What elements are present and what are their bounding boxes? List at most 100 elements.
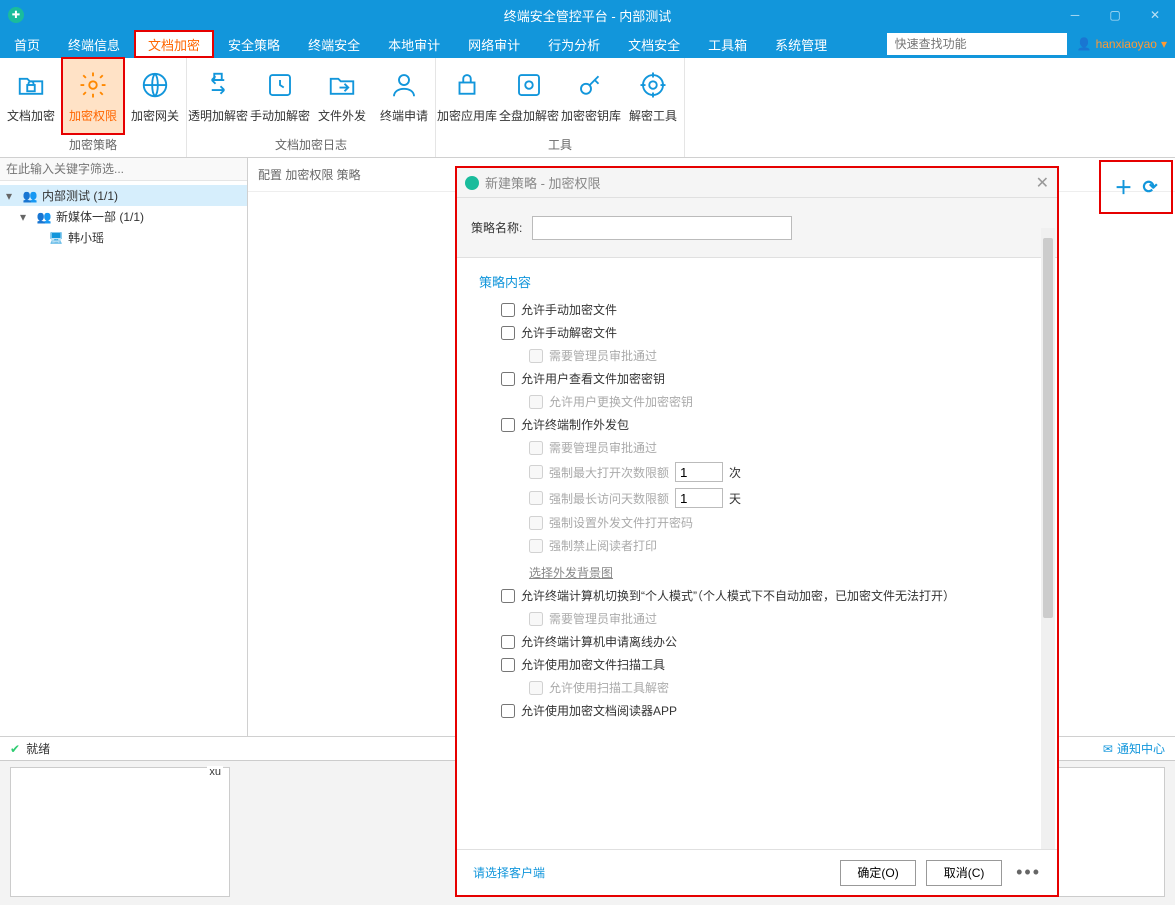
opt-scan-decrypt[interactable]: 允许使用扫描工具解密: [529, 679, 1035, 696]
opt-personal-approve[interactable]: 需要管理员审批通过: [529, 610, 1035, 627]
checkbox[interactable]: [529, 349, 543, 363]
ok-button[interactable]: 确定(O): [840, 860, 916, 886]
minimize-button[interactable]: ─: [1055, 0, 1095, 30]
opt-pkg-password[interactable]: 强制设置外发文件打开密码: [529, 514, 1035, 531]
checkbox[interactable]: [529, 441, 543, 455]
org-tree: ▾ 👥 内部测试 (1/1) ▾ 👥 新媒体一部 (1/1) 🖥 韩小瑶: [0, 181, 247, 736]
dialog-scrollbar[interactable]: [1041, 228, 1055, 849]
max-opens-input[interactable]: [675, 462, 723, 482]
ribbon-encrypt-gateway[interactable]: 加密网关: [124, 58, 186, 134]
ribbon-encrypt-perm[interactable]: 加密权限: [62, 58, 124, 134]
ribbon-key-store[interactable]: 加密密钥库: [560, 58, 622, 134]
menubar: 首页 终端信息 文档加密 安全策略 终端安全 本地审计 网络审计 行为分析 文档…: [0, 30, 1175, 58]
checkbox[interactable]: [501, 418, 515, 432]
thumb-label: xu: [207, 766, 223, 778]
opt-pkg-noprint[interactable]: 强制禁止阅读者打印: [529, 537, 1035, 554]
opt-manual-encrypt[interactable]: 允许手动加密文件: [501, 301, 1035, 318]
opt-view-key[interactable]: 允许用户查看文件加密密钥: [501, 370, 1035, 387]
person-icon: [388, 69, 420, 101]
select-bg-link[interactable]: 选择外发背景图: [529, 564, 613, 581]
menu-system[interactable]: 系统管理: [761, 30, 841, 58]
ribbon-manual[interactable]: 手动加解密: [249, 58, 311, 134]
mail-icon: ✉: [1103, 742, 1113, 756]
search-input[interactable]: [887, 33, 1067, 55]
menu-doc-encrypt[interactable]: 文档加密: [134, 30, 214, 58]
ribbon-terminal-apply[interactable]: 终端申请: [373, 58, 435, 134]
ribbon: 文档加密 加密权限 加密网关 加密策略 透明加解密 手动加解密 文件外发 终端申…: [0, 58, 1175, 158]
dialog-close-button[interactable]: ✕: [1036, 173, 1049, 193]
opt-change-key[interactable]: 允许用户更换文件加密密钥: [529, 393, 1035, 410]
checkbox[interactable]: [529, 681, 543, 695]
checkbox[interactable]: [501, 658, 515, 672]
opt-offline[interactable]: 允许终端计算机申请离线办公: [501, 633, 1035, 650]
opt-reader-app[interactable]: 允许使用加密文档阅读器APP: [501, 702, 1035, 719]
select-client-link[interactable]: 请选择客户端: [473, 864, 545, 881]
menu-network-audit[interactable]: 网络审计: [454, 30, 534, 58]
users-icon: 👥: [22, 188, 38, 204]
maximize-button[interactable]: ▢: [1095, 0, 1135, 30]
checkbox[interactable]: [529, 465, 543, 479]
user-account[interactable]: 👤 hanxiaoyao ▾: [1077, 37, 1167, 51]
menu-doc-security[interactable]: 文档安全: [614, 30, 694, 58]
tree-filter-input[interactable]: [0, 158, 247, 181]
max-days-input[interactable]: [675, 488, 723, 508]
policy-name-input[interactable]: [532, 216, 792, 240]
close-button[interactable]: ✕: [1135, 0, 1175, 30]
opt-pkg-approve[interactable]: 需要管理员审批通过: [529, 439, 1035, 456]
opt-scan-tool[interactable]: 允许使用加密文件扫描工具: [501, 656, 1035, 673]
ribbon-file-send[interactable]: 文件外发: [311, 58, 373, 134]
more-button[interactable]: •••: [1016, 862, 1041, 883]
ribbon-decrypt-tool[interactable]: 解密工具: [622, 58, 684, 134]
checkbox[interactable]: [529, 516, 543, 530]
checkbox[interactable]: [529, 539, 543, 553]
notification-center[interactable]: ✉ 通知中心: [1103, 740, 1165, 757]
checkbox[interactable]: [529, 612, 543, 626]
opt-manual-decrypt[interactable]: 允许手动解密文件: [501, 324, 1035, 341]
disk-icon: [513, 69, 545, 101]
dialog-footer: 请选择客户端 确定(O) 取消(C) •••: [457, 849, 1057, 895]
chevron-down-icon[interactable]: ▾: [20, 210, 32, 224]
checkbox[interactable]: [501, 635, 515, 649]
checkbox[interactable]: [501, 704, 515, 718]
preview-thumb[interactable]: xu: [10, 767, 230, 897]
checkbox[interactable]: [501, 326, 515, 340]
checkbox[interactable]: [529, 395, 543, 409]
ribbon-full-disk[interactable]: 全盘加解密: [498, 58, 560, 134]
menu-local-audit[interactable]: 本地审计: [374, 30, 454, 58]
user-name: hanxiaoyao: [1096, 37, 1157, 51]
checkbox[interactable]: [501, 589, 515, 603]
opt-make-pkg[interactable]: 允许终端制作外发包: [501, 416, 1035, 433]
ribbon-group-tools: 工具: [436, 134, 684, 157]
cancel-button[interactable]: 取消(C): [926, 860, 1002, 886]
opt-pkg-opens[interactable]: 强制最大打开次数限额次: [529, 462, 1035, 482]
ribbon-transparent[interactable]: 透明加解密: [187, 58, 249, 134]
menu-toolbox[interactable]: 工具箱: [694, 30, 761, 58]
checkbox[interactable]: [501, 303, 515, 317]
add-button[interactable]: ＋: [1114, 174, 1132, 200]
folder-send-icon: [326, 69, 358, 101]
ribbon-app-store[interactable]: 加密应用库: [436, 58, 498, 134]
checkbox[interactable]: [529, 491, 543, 505]
scroll-thumb[interactable]: [1043, 238, 1053, 618]
hand-icon: [264, 69, 296, 101]
dialog-titlebar: 新建策略 - 加密权限 ✕: [457, 168, 1057, 198]
opt-personal-mode[interactable]: 允许终端计算机切换到“个人模式”（个人模式下不自动加密，已加密文件无法打开）: [501, 587, 1035, 604]
menu-terminal-security[interactable]: 终端安全: [294, 30, 374, 58]
opt-manual-decrypt-approve[interactable]: 需要管理员审批通过: [529, 347, 1035, 364]
tree-node-root[interactable]: ▾ 👥 内部测试 (1/1): [0, 185, 247, 206]
refresh-button[interactable]: ⟳: [1142, 177, 1157, 198]
opt-pkg-days[interactable]: 强制最长访问天数限额天: [529, 488, 1035, 508]
ribbon-doc-encrypt[interactable]: 文档加密: [0, 58, 62, 134]
menu-security-policy[interactable]: 安全策略: [214, 30, 294, 58]
checkbox[interactable]: [501, 372, 515, 386]
chevron-down-icon[interactable]: ▾: [6, 189, 18, 203]
monitor-icon: 🖥: [48, 230, 64, 246]
status-ok-icon: ✔: [10, 742, 20, 756]
dialog-title: 新建策略 - 加密权限: [485, 173, 601, 192]
tree-node-dept[interactable]: ▾ 👥 新媒体一部 (1/1): [0, 206, 247, 227]
menu-home[interactable]: 首页: [0, 30, 54, 58]
menu-behavior[interactable]: 行为分析: [534, 30, 614, 58]
menu-terminal-info[interactable]: 终端信息: [54, 30, 134, 58]
tree-node-user[interactable]: 🖥 韩小瑶: [0, 227, 247, 248]
dialog-icon: [465, 176, 479, 190]
